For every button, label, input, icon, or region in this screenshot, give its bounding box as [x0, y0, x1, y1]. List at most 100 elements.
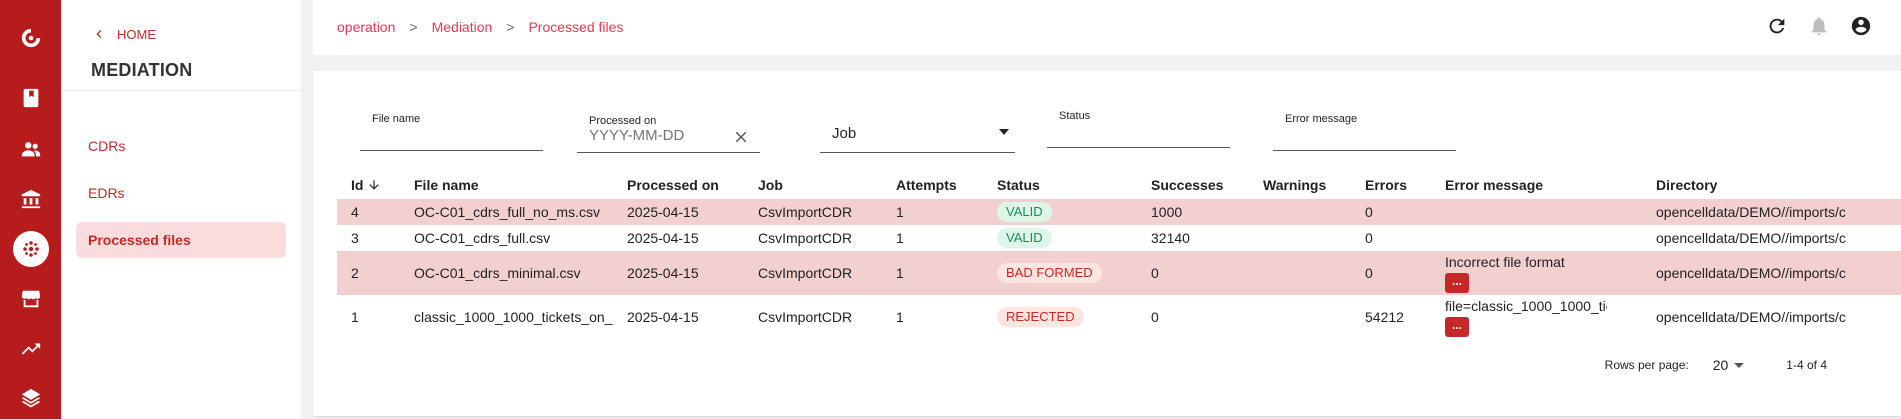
- processed-files-card: File name Processed on Job Status Error …: [313, 71, 1901, 416]
- home-link-label: HOME: [117, 26, 156, 42]
- cell-directory: opencelldata/DEMO//imports/c: [1656, 309, 1846, 325]
- cell-warnings: [1249, 295, 1351, 339]
- table-row[interactable]: 1 classic_1000_1000_tickets_on_ 2025-04-…: [337, 295, 1901, 339]
- error-message-text: Incorrect file format: [1445, 253, 1565, 270]
- cell-directory: opencelldata/DEMO//imports/c: [1642, 199, 1901, 225]
- sidebar-item-processed-files[interactable]: Processed files: [76, 222, 286, 258]
- column-header-id-label: Id: [351, 177, 364, 193]
- processed-on-filter[interactable]: Processed on: [577, 115, 760, 153]
- show-error-details-button[interactable]: ...: [1445, 316, 1469, 337]
- cell-error-message: [1431, 199, 1642, 225]
- book-icon[interactable]: [0, 80, 61, 116]
- file-name-filter[interactable]: File name: [360, 113, 543, 151]
- cell-file-name: OC-C01_cdrs_minimal.csv: [400, 251, 613, 295]
- cell-processed-on: 2025-04-15: [613, 199, 744, 225]
- job-select-value: Job: [832, 125, 857, 142]
- breadcrumb-operation[interactable]: operation: [337, 19, 395, 35]
- mediation-icon[interactable]: [0, 231, 61, 267]
- dropdown-arrow-icon: [999, 129, 1009, 135]
- column-header-warnings[interactable]: Warnings: [1249, 171, 1351, 199]
- cell-job: CsvImportCDR: [758, 309, 853, 325]
- status-badge: REJECTED: [997, 307, 1084, 327]
- app-logo-icon[interactable]: [0, 20, 61, 56]
- cell-attempts: 1: [896, 230, 904, 246]
- status-badge: VALID: [997, 202, 1052, 222]
- cell-file-name: OC-C01_cdrs_full_no_ms.csv: [400, 199, 613, 225]
- people-icon[interactable]: [0, 131, 61, 167]
- top-header: operation > Mediation > Processed files: [313, 0, 1901, 55]
- table-row[interactable]: 3 OC-C01_cdrs_full.csv 2025-04-15 CsvImp…: [337, 225, 1901, 251]
- processed-on-input[interactable]: [589, 127, 739, 144]
- error-message-filter-label: Error message: [1285, 113, 1358, 125]
- icon-rail: [0, 0, 61, 419]
- cell-error-message: Incorrect file format ...: [1431, 251, 1642, 295]
- account-icon[interactable]: [1849, 14, 1873, 38]
- bank-icon[interactable]: [0, 181, 61, 217]
- cell-id: 4: [337, 199, 400, 225]
- cell-error-message: file=classic_1000_1000_tickets. ...: [1431, 295, 1642, 339]
- job-select[interactable]: Job: [820, 113, 1015, 153]
- home-link[interactable]: HOME: [91, 26, 156, 42]
- cell-directory: opencelldata/DEMO//imports/c: [1642, 251, 1901, 295]
- cell-errors: 0: [1351, 199, 1431, 225]
- column-header-id[interactable]: Id: [337, 171, 400, 199]
- cell-job: CsvImportCDR: [758, 230, 853, 246]
- cell-file-name: OC-C01_cdrs_full.csv: [414, 230, 551, 246]
- table-row[interactable]: 4 OC-C01_cdrs_full_no_ms.csv 2025-04-15 …: [337, 199, 1901, 225]
- dropdown-arrow-icon[interactable]: [1734, 362, 1745, 368]
- trending-up-icon[interactable]: [0, 331, 61, 367]
- module-title: MEDIATION: [91, 60, 193, 80]
- column-header-error-message[interactable]: Error message: [1431, 171, 1642, 199]
- chevron-left-icon: [96, 30, 102, 38]
- column-header-successes[interactable]: Successes: [1137, 171, 1249, 199]
- clear-icon[interactable]: [732, 128, 750, 146]
- chevron-right-icon: >: [409, 19, 418, 35]
- cell-attempts: 1: [896, 309, 904, 325]
- cell-status: BAD FORMED: [983, 251, 1137, 295]
- status-badge: VALID: [997, 228, 1052, 248]
- header-actions: [1765, 14, 1873, 38]
- refresh-icon[interactable]: [1765, 14, 1789, 38]
- cell-processed-on: 2025-04-15: [613, 251, 744, 295]
- chevron-right-icon: >: [506, 19, 515, 35]
- module-sidebar: HOME MEDIATION CDRs EDRs Processed files: [61, 0, 301, 419]
- status-filter-label: Status: [1059, 110, 1091, 122]
- breadcrumb: operation > Mediation > Processed files: [337, 19, 623, 35]
- processed-on-filter-label: Processed on: [589, 115, 657, 127]
- show-error-details-button[interactable]: ...: [1445, 272, 1469, 293]
- column-header-file-name[interactable]: File name: [400, 171, 613, 199]
- cell-processed-on: 2025-04-15: [627, 230, 699, 246]
- breadcrumb-mediation[interactable]: Mediation: [432, 19, 493, 35]
- cell-directory: opencelldata/DEMO//imports/c: [1656, 230, 1846, 246]
- column-header-errors[interactable]: Errors: [1351, 171, 1431, 199]
- column-header-processed-on[interactable]: Processed on: [613, 171, 744, 199]
- sidebar-item-cdrs[interactable]: CDRs: [76, 128, 286, 164]
- cell-successes: 0: [1137, 251, 1249, 295]
- cell-attempts: 1: [882, 251, 983, 295]
- rows-per-page-select[interactable]: 20: [1713, 357, 1729, 373]
- column-header-job[interactable]: Job: [744, 171, 882, 199]
- column-header-attempts[interactable]: Attempts: [882, 171, 983, 199]
- column-header-status[interactable]: Status: [983, 171, 1137, 199]
- pagination-range: 1-4 of 4: [1786, 358, 1827, 372]
- status-filter[interactable]: Status: [1047, 110, 1230, 148]
- column-header-directory[interactable]: Directory: [1642, 171, 1901, 199]
- processed-files-table: Id File name Processed on Job Attempts S…: [337, 171, 1901, 339]
- cell-errors: 0: [1351, 251, 1431, 295]
- cell-job: CsvImportCDR: [744, 251, 882, 295]
- sidebar-divider: [61, 90, 301, 91]
- notifications-icon[interactable]: [1807, 14, 1831, 38]
- table-header-row: Id File name Processed on Job Attempts S…: [337, 171, 1901, 199]
- pagination: Rows per page: 20 1-4 of 4: [1605, 357, 1827, 373]
- store-icon[interactable]: [0, 281, 61, 317]
- error-message-filter[interactable]: Error message: [1273, 113, 1456, 151]
- cell-status: VALID: [983, 225, 1137, 251]
- sidebar-item-edrs[interactable]: EDRs: [76, 175, 286, 211]
- table-row[interactable]: 2 OC-C01_cdrs_minimal.csv 2025-04-15 Csv…: [337, 251, 1901, 295]
- cell-processed-on: 2025-04-15: [627, 309, 699, 325]
- breadcrumb-processed-files[interactable]: Processed files: [528, 19, 623, 35]
- layers-icon[interactable]: [0, 380, 61, 416]
- arrow-down-icon[interactable]: [367, 178, 381, 192]
- cell-attempts: 1: [882, 199, 983, 225]
- status-badge: BAD FORMED: [997, 263, 1102, 283]
